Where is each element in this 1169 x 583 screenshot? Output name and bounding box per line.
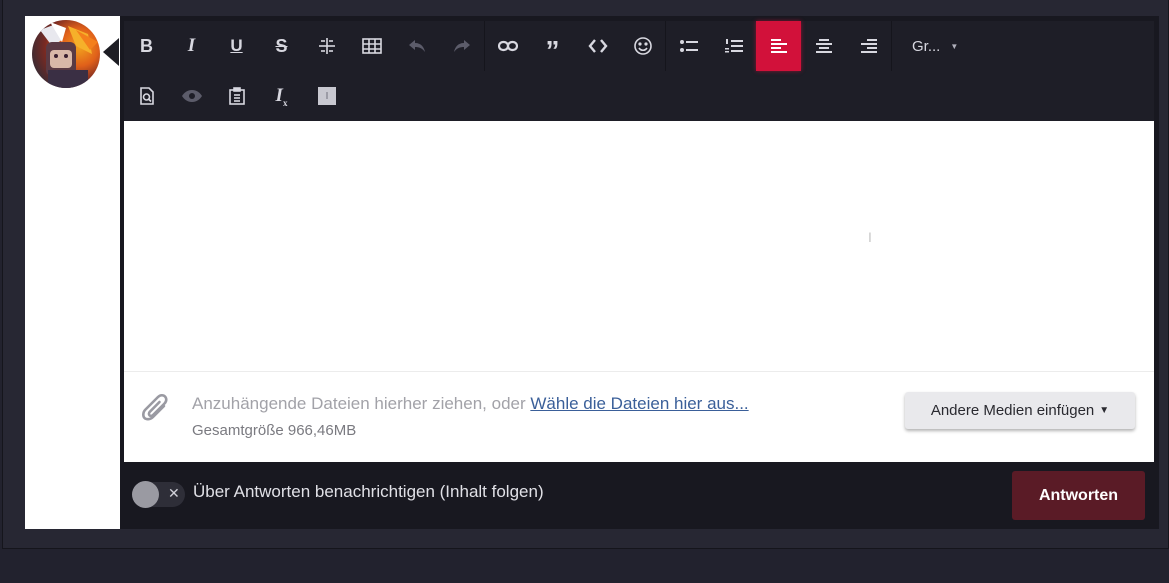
underline-button[interactable]: U	[214, 21, 259, 71]
caret-down-icon: ▼	[1099, 405, 1110, 416]
strikethrough-button[interactable]: S	[259, 21, 304, 71]
undo-icon	[408, 40, 425, 52]
align-center-button[interactable]	[801, 21, 846, 71]
toggle-knob	[132, 481, 159, 508]
total-size-label: Gesamtgröße 966,46MB	[192, 422, 357, 439]
attachment-dropzone[interactable]: Anzuhängende Dateien hierher ziehen, ode…	[124, 372, 1154, 462]
link-icon	[497, 40, 518, 52]
text-cursor-icon: I	[868, 229, 872, 245]
clear-formatting-button[interactable]: Ix	[259, 71, 304, 121]
document-search-icon	[139, 87, 154, 105]
attachment-instructions: Anzuhängende Dateien hierher ziehen, ode…	[192, 394, 749, 414]
bullet-list-button[interactable]	[666, 21, 711, 71]
bold-icon: B	[140, 35, 153, 56]
post-reply-frame: B I U S ” Gr... ▼ Ix I Anzuhängende Date…	[2, 0, 1169, 549]
horizontal-rule-icon	[318, 38, 335, 54]
toolbar-row-1: B I U S ” Gr... ▼	[124, 21, 967, 71]
paperclip-icon	[142, 393, 168, 421]
editor-toolbar: B I U S ” Gr... ▼ Ix	[124, 21, 1154, 121]
bold-button[interactable]: B	[124, 21, 169, 71]
toggle-view-button[interactable]	[169, 71, 214, 121]
italic-icon: I	[187, 35, 196, 56]
smiley-icon	[633, 37, 652, 55]
link-button[interactable]	[485, 21, 530, 71]
italic-button[interactable]: I	[169, 21, 214, 71]
follow-content-toggle[interactable]: ✕	[132, 481, 185, 508]
editor-content-area[interactable]: I	[124, 121, 1154, 372]
reply-button[interactable]: Antworten	[1012, 471, 1145, 520]
strikethrough-icon: S	[275, 35, 288, 56]
numbered-list-icon	[724, 39, 743, 53]
rich-text-editor: B I U S ” Gr... ▼ Ix I Anzuhängende Date…	[120, 16, 1159, 529]
bullet-list-icon	[679, 40, 698, 52]
caret-down-icon: ▼	[950, 41, 959, 51]
emoji-button[interactable]	[620, 21, 665, 71]
eye-icon	[181, 90, 202, 102]
align-center-icon	[815, 39, 832, 53]
insert-block-button[interactable]	[304, 71, 349, 121]
redo-icon	[453, 40, 470, 52]
code-button[interactable]	[575, 21, 620, 71]
code-icon	[587, 39, 608, 53]
close-icon: ✕	[168, 485, 180, 501]
undo-button[interactable]	[394, 21, 439, 71]
avatar-column	[25, 16, 120, 529]
align-right-icon	[860, 39, 877, 53]
redo-button[interactable]	[439, 21, 484, 71]
table-button[interactable]	[349, 21, 394, 71]
drop-text: Anzuhängende Dateien hierher ziehen, ode…	[192, 394, 531, 413]
avatar[interactable]	[32, 20, 100, 88]
align-left-icon	[770, 39, 787, 53]
align-right-button[interactable]	[846, 21, 891, 71]
horizontal-rule-button[interactable]	[304, 21, 349, 71]
avatar-pointer	[103, 38, 119, 66]
align-left-button[interactable]	[756, 21, 801, 71]
paste-button[interactable]	[214, 71, 259, 121]
media-button-label: Andere Medien einfügen	[930, 402, 1095, 419]
underline-icon: U	[230, 36, 243, 55]
table-icon	[361, 38, 382, 54]
clipboard-icon	[228, 87, 245, 105]
quote-icon: ”	[545, 35, 560, 66]
reply-footer: ✕ Über Antworten benachrichtigen (Inhalt…	[124, 462, 1154, 529]
quote-button[interactable]: ”	[530, 21, 575, 71]
notify-label: Über Antworten benachrichtigen (Inhalt f…	[193, 482, 544, 501]
font-family-dropdown[interactable]: Gr... ▼	[892, 21, 967, 71]
choose-files-link[interactable]: Wähle die Dateien hier aus...	[530, 394, 748, 413]
numbered-list-button[interactable]	[711, 21, 756, 71]
preview-button[interactable]	[124, 71, 169, 121]
font-dropdown-label: Gr...	[912, 37, 941, 55]
info-block-icon	[317, 87, 336, 105]
clear-format-icon: Ix	[275, 84, 288, 108]
toolbar-row-2: Ix	[124, 71, 349, 121]
insert-other-media-button[interactable]: Andere Medien einfügen ▼	[905, 392, 1135, 429]
